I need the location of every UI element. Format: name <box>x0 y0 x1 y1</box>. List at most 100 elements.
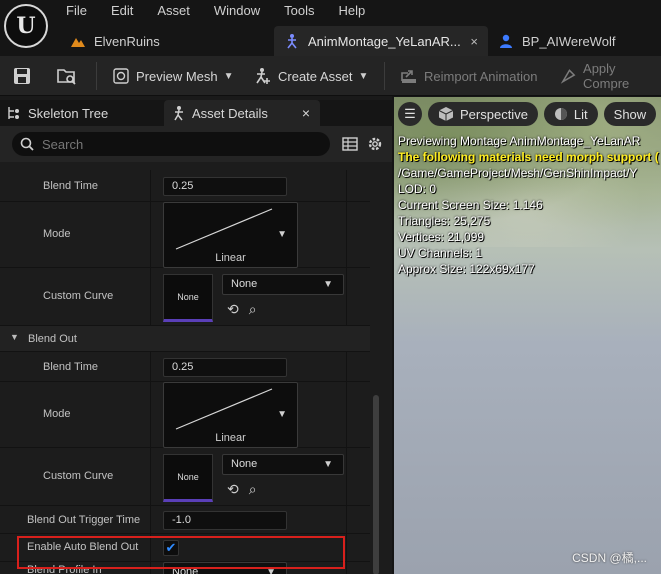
browse-icon <box>57 69 76 85</box>
close-icon[interactable]: × <box>302 105 310 121</box>
doc-tab-label: AnimMontage_YeLanAR... <box>308 33 461 49</box>
column-gutter <box>346 382 347 447</box>
column-divider <box>150 170 151 201</box>
table-view-icon[interactable] <box>342 136 358 152</box>
doc-tab-elvenruins[interactable]: ElvenRuins <box>60 26 274 56</box>
doc-tab-animmontage[interactable]: AnimMontage_YeLanAR... × <box>274 26 488 56</box>
column-gutter <box>346 170 347 201</box>
use-selected-icon[interactable]: ⟲ <box>227 301 239 318</box>
perspective-button[interactable]: Perspective <box>428 102 538 126</box>
apply-compression-label: Apply Compre <box>583 61 630 91</box>
search-row <box>0 126 392 162</box>
blend-out-time-row: Blend Time 0.25 <box>0 352 370 382</box>
chevron-down-icon: ▼ <box>277 229 287 240</box>
create-asset-label: Create Asset <box>278 68 353 84</box>
tab-label: Skeleton Tree <box>28 105 109 121</box>
blend-out-category[interactable]: ▼ Blend Out <box>0 326 370 352</box>
preview-mesh-button[interactable]: Preview Mesh ▼ <box>112 64 234 88</box>
use-selected-icon[interactable]: ⟲ <box>227 481 239 498</box>
doc-tab-bp-aiwerewolf[interactable]: BP_AIWereWolf <box>488 26 625 56</box>
column-divider <box>150 562 151 574</box>
menu-asset[interactable]: Asset <box>145 2 202 20</box>
close-icon[interactable]: × <box>470 34 478 49</box>
search-box[interactable] <box>12 132 330 156</box>
lit-label: Lit <box>573 106 588 122</box>
doc-tab-label: BP_AIWereWolf <box>522 33 616 49</box>
combo-value: None <box>231 278 258 290</box>
gear-icon[interactable] <box>366 135 384 153</box>
blend-in-curve-row: Custom Curve None None ▼ ⟲ ⌕ <box>0 268 370 326</box>
perspective-label: Perspective <box>460 106 528 122</box>
tab-skeleton-tree[interactable]: Skeleton Tree <box>6 100 156 126</box>
menu-file[interactable]: File <box>54 2 99 20</box>
browse-icon[interactable]: ⌕ <box>249 301 257 318</box>
column-divider <box>150 448 151 505</box>
preview-viewport[interactable]: ☰ Perspective Lit Show Previewing Montag… <box>394 97 661 574</box>
stats-line: Approx Size: 122x69x177 <box>398 262 535 276</box>
search-input[interactable] <box>42 136 302 152</box>
column-gutter <box>346 202 347 267</box>
reimport-animation-button[interactable]: Reimport Animation <box>400 64 537 88</box>
mesh-icon <box>113 68 129 84</box>
show-label: Show <box>613 106 647 122</box>
column-gutter <box>346 562 347 574</box>
column-gutter <box>346 448 347 505</box>
chevron-down-icon: ▼ <box>266 567 276 574</box>
trigger-time-field[interactable]: -1.0 <box>163 511 287 530</box>
menu-edit[interactable]: Edit <box>99 2 145 20</box>
watermark: CSDN @橘,... <box>572 551 647 565</box>
blend-out-time-field[interactable]: 0.25 <box>163 358 287 377</box>
blend-profile-dropdown[interactable]: None ▼ <box>163 562 287 574</box>
stats-line: Current Screen Size: 1.146 <box>398 198 543 212</box>
blend-in-mode-picker[interactable]: ▼ Linear <box>163 202 298 268</box>
property-label: Mode <box>43 408 71 420</box>
create-asset-icon <box>256 68 270 84</box>
chevron-down-icon: ▼ <box>323 459 333 470</box>
property-label: Enable Auto Blend Out <box>27 541 139 553</box>
blend-out-mode-row: Mode ▼ Linear <box>0 382 370 448</box>
stats-line: Vertices: 21,099 <box>398 230 485 244</box>
apply-compression-button[interactable]: Apply Compre <box>560 61 661 91</box>
curve-thumbnail[interactable]: None <box>163 274 213 322</box>
scrollbar-thumb[interactable] <box>373 395 379 574</box>
property-label: Blend Time <box>43 361 99 373</box>
show-button[interactable]: Show <box>603 102 657 126</box>
unreal-logo-icon[interactable]: U <box>4 4 48 48</box>
main-menu: File Edit Asset Window Tools Help <box>54 2 377 20</box>
create-asset-button[interactable]: Create Asset ▼ <box>254 64 368 88</box>
menu-help[interactable]: Help <box>326 2 377 20</box>
details-panel: Skeleton Tree Asset Details × Search Ble… <box>0 96 392 574</box>
blend-out-mode-picker[interactable]: ▼ Linear <box>163 382 298 448</box>
toolbar-separator <box>96 62 97 90</box>
chevron-down-icon: ▼ <box>323 279 333 290</box>
column-divider <box>150 202 151 267</box>
curve-asset-dropdown[interactable]: None ▼ <box>222 454 344 475</box>
lit-button[interactable]: Lit <box>543 102 598 126</box>
skeleton-tree-icon <box>8 107 19 119</box>
viewport-toolbar: ☰ Perspective Lit Show <box>398 102 661 126</box>
toolbar-separator <box>384 62 385 90</box>
curve-actions: ⟲ ⌕ <box>227 301 257 318</box>
hamburger-icon: ☰ <box>404 106 416 121</box>
viewport-menu-button[interactable]: ☰ <box>398 102 422 126</box>
stats-line: UV Channels: 1 <box>398 246 483 260</box>
mode-label: Linear <box>215 252 246 264</box>
blend-in-time-field[interactable]: 0.25 <box>163 177 287 196</box>
trigger-time-row: Blend Out Trigger Time -1.0 <box>0 506 370 534</box>
browse-icon[interactable]: ⌕ <box>249 481 257 498</box>
auto-blend-row: Enable Auto Blend Out ✔ <box>0 534 370 562</box>
save-button[interactable] <box>12 64 32 88</box>
document-tabs: ElvenRuins AnimMontage_YeLanAR... × BP_A… <box>60 26 625 56</box>
column-gutter <box>346 534 347 561</box>
menu-window[interactable]: Window <box>202 2 272 20</box>
combo-value: None <box>172 566 199 574</box>
curve-thumbnail[interactable]: None <box>163 454 213 502</box>
mode-label: Linear <box>215 432 246 444</box>
curve-asset-dropdown[interactable]: None ▼ <box>222 274 344 295</box>
browse-asset-button[interactable] <box>56 64 78 88</box>
chevron-down-icon[interactable]: ▼ <box>10 332 19 342</box>
property-label: Blend Profile In <box>27 564 102 574</box>
tab-asset-details[interactable]: Asset Details × <box>164 100 320 126</box>
menu-tools[interactable]: Tools <box>272 2 326 20</box>
auto-blend-checkbox[interactable]: ✔ <box>163 540 179 556</box>
